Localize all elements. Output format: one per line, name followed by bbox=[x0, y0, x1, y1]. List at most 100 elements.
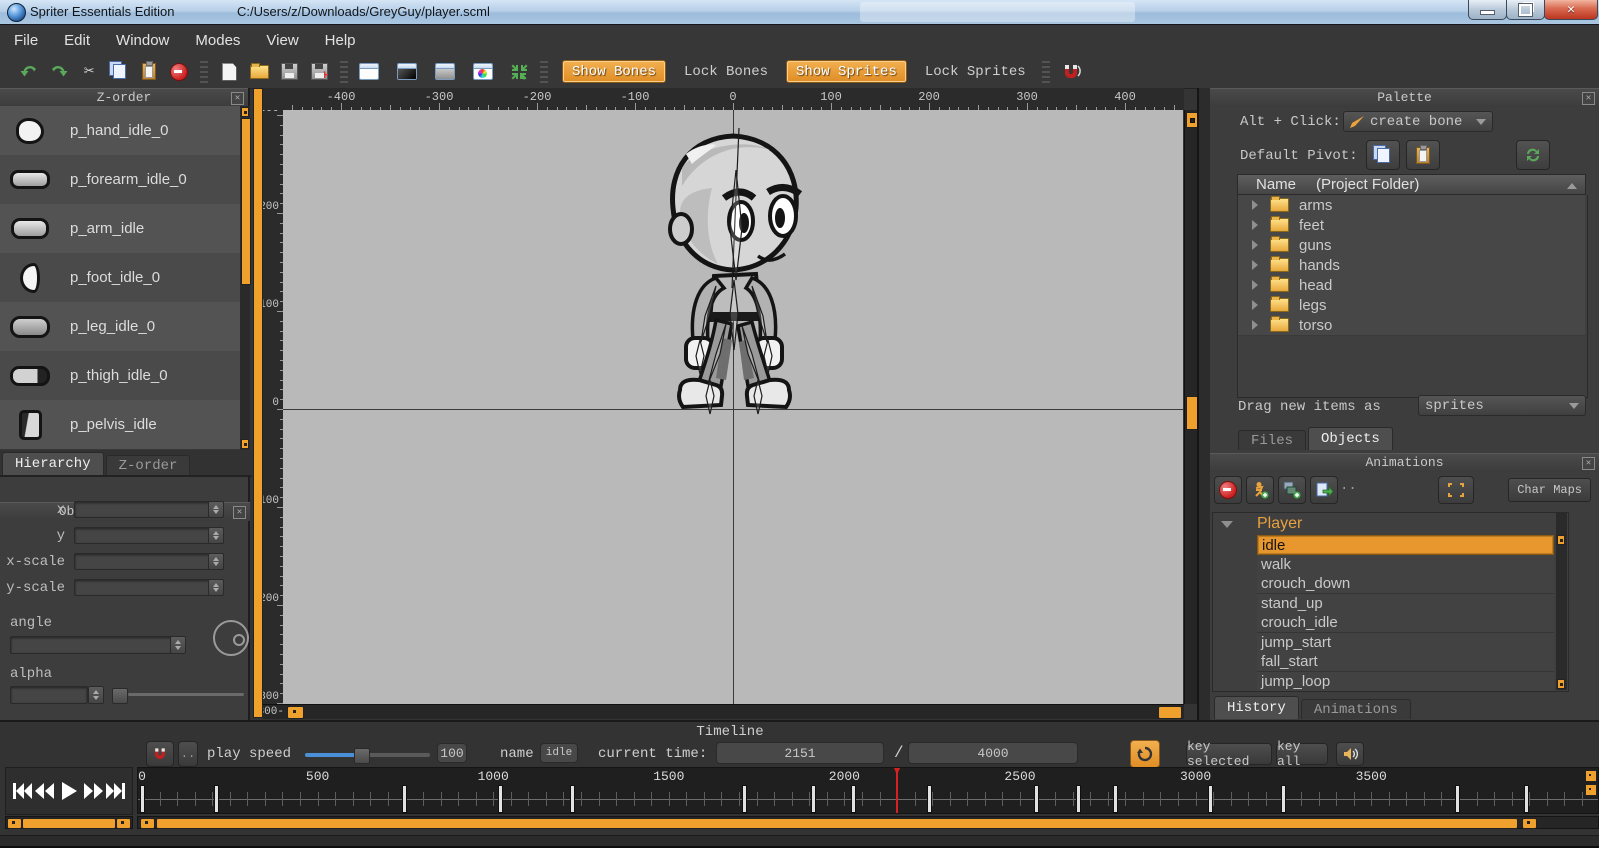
total-time-input[interactable] bbox=[908, 742, 1078, 764]
animation-item-crouch_down[interactable]: crouch_down bbox=[1257, 574, 1554, 594]
zorder-row[interactable]: p_arm_idle bbox=[0, 204, 240, 254]
new-frames-button[interactable] bbox=[1278, 476, 1306, 504]
menu-item-file[interactable]: File bbox=[14, 32, 38, 49]
undo-button[interactable] bbox=[14, 59, 44, 85]
animations-tab-history[interactable]: History bbox=[1214, 696, 1299, 719]
key-all-button[interactable]: key all bbox=[1276, 743, 1328, 765]
play-speed-input[interactable] bbox=[437, 743, 467, 763]
center-animation-button[interactable] bbox=[1438, 476, 1474, 504]
timeline-zoom-in-button[interactable] bbox=[1585, 770, 1597, 782]
palette-tab-files[interactable]: Files bbox=[1238, 430, 1306, 450]
canvas-left-scroll-handle[interactable] bbox=[253, 88, 263, 718]
animations-tab-animations[interactable]: Animations bbox=[1301, 699, 1411, 719]
animation-item-crouch_idle[interactable]: crouch_idle bbox=[1257, 613, 1554, 633]
animations-close-icon[interactable]: ✕ bbox=[1582, 457, 1595, 470]
copy-pivot-button[interactable] bbox=[1366, 140, 1400, 170]
zorder-scroll-handle[interactable] bbox=[241, 118, 251, 285]
zorder-row[interactable]: p_foot_idle_0 bbox=[0, 253, 240, 303]
zorder-scrollbar[interactable] bbox=[240, 106, 250, 450]
playback-scroll-handle[interactable] bbox=[22, 818, 116, 829]
key-selected-button[interactable]: key selected bbox=[1186, 743, 1272, 765]
fit-view-button[interactable] bbox=[504, 59, 534, 85]
keyframe-marker[interactable] bbox=[1113, 785, 1118, 813]
alpha-input[interactable] bbox=[10, 686, 88, 704]
snapping-button[interactable] bbox=[1056, 59, 1086, 85]
keyframe-marker[interactable] bbox=[742, 785, 747, 813]
show-bones-toggle[interactable]: Show Bones bbox=[562, 60, 666, 83]
keyframe-marker[interactable] bbox=[1076, 785, 1081, 813]
keyframe-marker[interactable] bbox=[570, 785, 575, 813]
scroll-right-button[interactable] bbox=[1522, 818, 1537, 829]
char-maps-button[interactable]: Char Maps bbox=[1508, 478, 1591, 502]
folder-row-hands[interactable]: hands bbox=[1238, 255, 1585, 276]
animation-item-jump_loop[interactable]: jump_loop bbox=[1257, 672, 1554, 692]
x-scale-spinner[interactable] bbox=[208, 553, 224, 570]
keyframe-marker[interactable] bbox=[1034, 785, 1039, 813]
folder-row-torso[interactable]: torso bbox=[1238, 315, 1585, 336]
scroll-down-button[interactable] bbox=[1557, 679, 1565, 689]
duplicate-animation-button[interactable] bbox=[1310, 476, 1338, 504]
skip-start-icon[interactable] bbox=[11, 780, 33, 802]
scroll-down-button[interactable] bbox=[241, 439, 249, 449]
copy-button[interactable] bbox=[104, 59, 134, 85]
animation-item-walk[interactable]: walk bbox=[1257, 555, 1554, 575]
fast-back-icon[interactable] bbox=[34, 780, 56, 802]
paste-button[interactable] bbox=[134, 59, 164, 85]
expand-caret-icon[interactable] bbox=[1252, 300, 1258, 310]
keyframe-marker[interactable] bbox=[498, 785, 503, 813]
view-mode-2-button[interactable] bbox=[392, 59, 422, 85]
open-file-button[interactable] bbox=[244, 59, 274, 85]
redo-button[interactable] bbox=[44, 59, 74, 85]
paste-pivot-button[interactable] bbox=[1406, 140, 1440, 170]
current-time-input[interactable] bbox=[716, 742, 884, 764]
keyframe-marker[interactable] bbox=[140, 785, 145, 813]
scroll-left-button[interactable] bbox=[7, 818, 22, 829]
play-speed-slider-handle[interactable] bbox=[354, 748, 370, 764]
file-tree-header[interactable]: Name (Project Folder) bbox=[1237, 174, 1586, 195]
menu-item-help[interactable]: Help bbox=[325, 32, 356, 49]
close-button[interactable]: ✕ bbox=[1544, 0, 1598, 20]
zorder-row[interactable]: p_pelvis_idle bbox=[0, 400, 240, 450]
menu-item-window[interactable]: Window bbox=[116, 32, 169, 49]
expand-caret-icon[interactable] bbox=[1252, 220, 1258, 230]
menu-item-edit[interactable]: Edit bbox=[64, 32, 90, 49]
palette-close-icon[interactable]: ✕ bbox=[1582, 92, 1595, 105]
save-as-button[interactable]: + bbox=[304, 59, 334, 85]
fast-forward-icon[interactable] bbox=[82, 780, 104, 802]
lock-bones-toggle[interactable]: Lock Bones bbox=[684, 64, 768, 80]
alpha-spinner[interactable] bbox=[88, 686, 104, 704]
left-panel-tab-hierarchy[interactable]: Hierarchy bbox=[2, 452, 104, 475]
x-scale-input[interactable] bbox=[74, 553, 224, 570]
timeline-snap-button[interactable] bbox=[146, 741, 174, 767]
restore-button[interactable] bbox=[1506, 0, 1545, 20]
folder-row-guns[interactable]: guns bbox=[1238, 235, 1585, 256]
scroll-up-button[interactable] bbox=[241, 107, 249, 117]
menu-item-view[interactable]: View bbox=[266, 32, 298, 49]
zorder-row[interactable]: p_forearm_idle_0 bbox=[0, 155, 240, 205]
expand-caret-icon[interactable] bbox=[1252, 260, 1258, 270]
x-spinner[interactable] bbox=[208, 501, 224, 518]
angle-dial-knob[interactable] bbox=[233, 634, 245, 646]
keyframe-marker[interactable] bbox=[214, 785, 219, 813]
canvas-surface[interactable] bbox=[283, 110, 1183, 704]
zorder-row[interactable]: p_hand_idle_0 bbox=[0, 106, 240, 156]
drag-new-items-dropdown[interactable]: sprites bbox=[1418, 395, 1586, 416]
loop-playback-button[interactable] bbox=[1130, 740, 1160, 768]
scroll-right-button[interactable] bbox=[116, 818, 131, 829]
timeline-zoom-out-button[interactable] bbox=[1585, 784, 1597, 796]
collapse-caret-icon[interactable] bbox=[1221, 521, 1233, 528]
new-animation-button[interactable] bbox=[1246, 476, 1274, 504]
timeline-scrollbar[interactable] bbox=[137, 816, 1599, 829]
playback-scrollbar[interactable] bbox=[5, 816, 133, 829]
zorder-row[interactable]: p_leg_idle_0 bbox=[0, 302, 240, 352]
animation-item-fall_start[interactable]: fall_start bbox=[1257, 652, 1554, 672]
lock-sprites-toggle[interactable]: Lock Sprites bbox=[925, 64, 1026, 80]
keyframe-marker[interactable] bbox=[927, 785, 932, 813]
canvas-vertical-scrollbar[interactable] bbox=[1184, 110, 1197, 704]
zorder-close-icon[interactable]: ✕ bbox=[231, 92, 244, 105]
menu-item-modes[interactable]: Modes bbox=[195, 32, 240, 49]
bone-tool-dropdown[interactable]: create bone bbox=[1343, 111, 1493, 132]
folder-row-legs[interactable]: legs bbox=[1238, 295, 1585, 316]
more-options-button[interactable]: .. bbox=[1340, 478, 1357, 494]
folder-row-arms[interactable]: arms bbox=[1238, 195, 1585, 216]
